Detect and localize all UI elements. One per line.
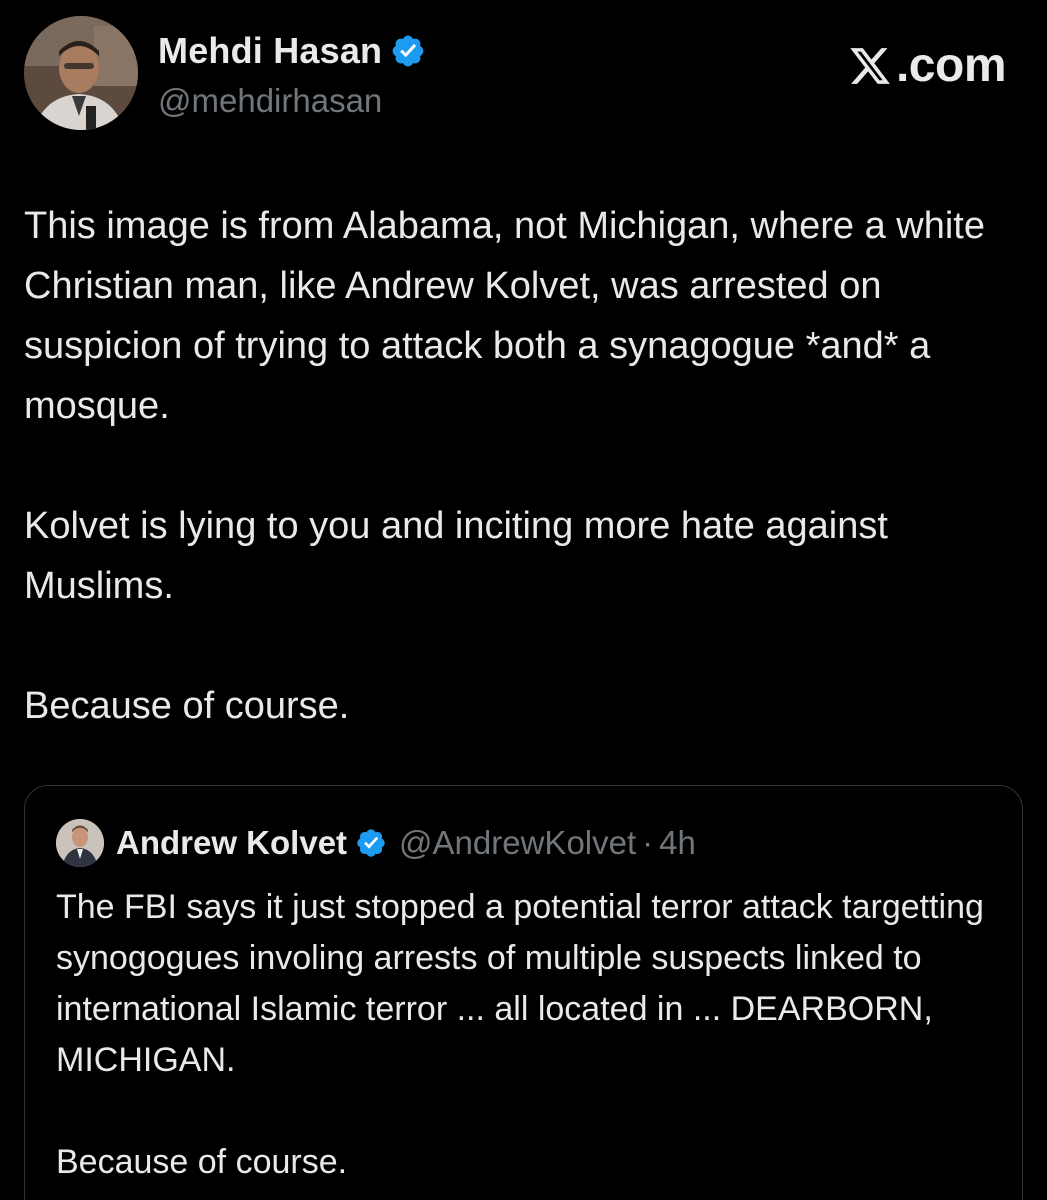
author-name[interactable]: Mehdi Hasan (158, 30, 382, 72)
x-logo-icon (850, 47, 890, 84)
author-handle[interactable]: @mehdirhasan (158, 82, 382, 120)
verified-badge-icon (392, 35, 424, 67)
quoted-author-handle[interactable]: @AndrewKolvet (399, 824, 636, 862)
author-name-row: Mehdi Hasan (158, 30, 426, 72)
quoted-tweet[interactable]: Andrew Kolvet @AndrewKolvet · 4h The FBI… (24, 785, 1023, 1200)
tweet-screenshot: Mehdi Hasan @mehdirhasan .com This image… (0, 0, 1047, 1200)
quoted-timestamp[interactable]: 4h (659, 824, 696, 862)
quoted-paragraph: The FBI says it just stopped a potential… (56, 888, 984, 1079)
author-photo-icon (24, 16, 138, 130)
verified-badge-icon (357, 829, 385, 857)
quoted-author-photo-icon (56, 819, 104, 867)
quoted-author-name[interactable]: Andrew Kolvet (116, 824, 347, 862)
brand-label: .com (895, 39, 1007, 92)
tweet-paragraph: Kolvet is lying to you and inciting more… (24, 505, 888, 607)
tweet-paragraph: Because of course. (24, 685, 350, 727)
x-com-brand: .com (848, 38, 1007, 93)
tweet-paragraph: This image is from Alabama, not Michigan… (24, 205, 985, 427)
quoted-tweet-text: The FBI says it just stopped a potential… (56, 882, 996, 1200)
quoted-tweet-header: Andrew Kolvet @AndrewKolvet · 4h (56, 819, 696, 867)
quoted-paragraph: Because of course. (56, 1143, 348, 1181)
tweet-text: This image is from Alabama, not Michigan… (24, 196, 1029, 796)
separator-dot: · (642, 824, 654, 861)
quoted-author-avatar[interactable] (56, 819, 104, 867)
author-avatar[interactable] (24, 16, 138, 130)
tweet-header: Mehdi Hasan @mehdirhasan .com (24, 16, 1024, 136)
